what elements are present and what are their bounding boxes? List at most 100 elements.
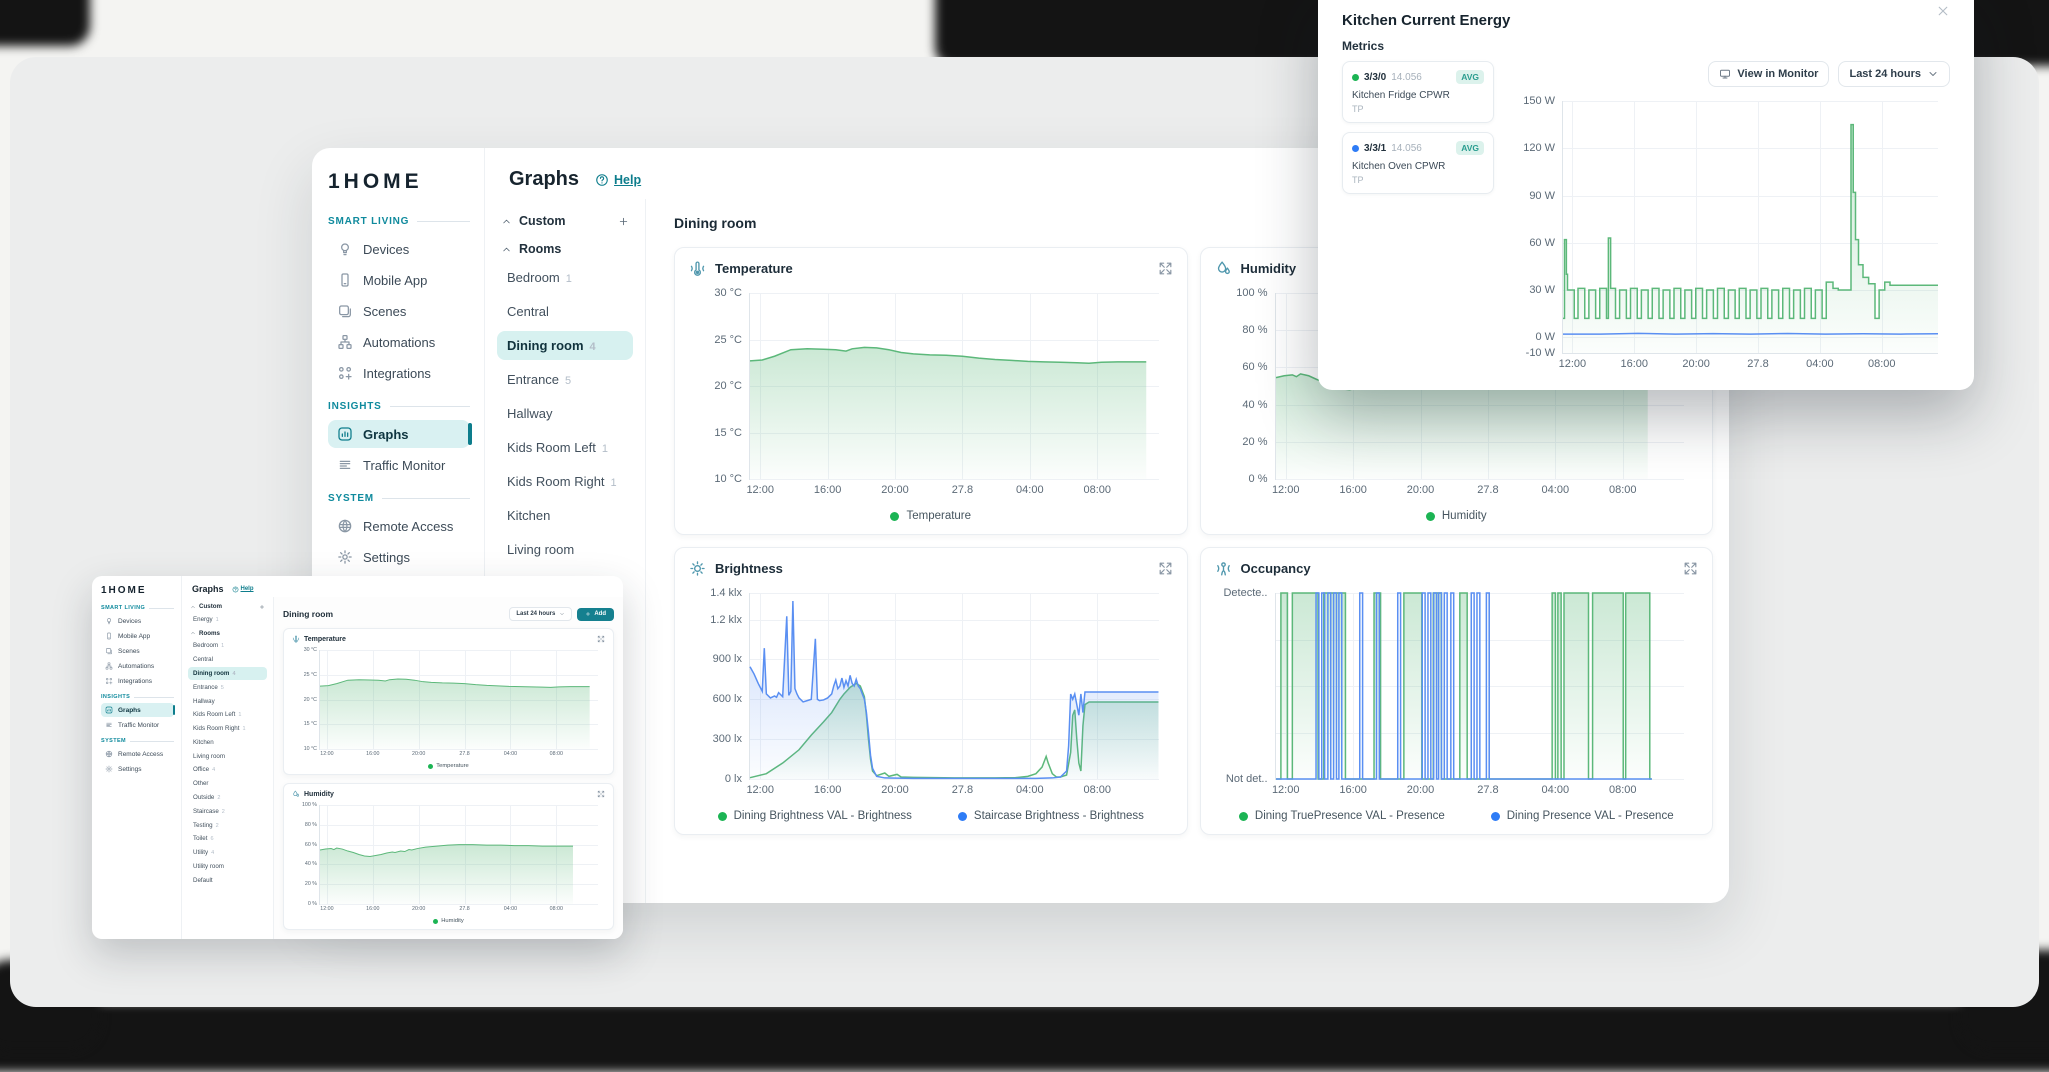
sidebar-item-label: Settings	[363, 549, 410, 565]
room-item[interactable]: Entrance 5	[497, 365, 633, 394]
room-item[interactable]: Bedroom 1	[188, 640, 267, 652]
help-link[interactable]: Help	[232, 586, 254, 593]
sidebar-item[interactable]: Mobile App	[101, 629, 174, 643]
legend-item: Dining TruePresence VAL - Presence	[1238, 810, 1445, 822]
custom-group-toggle[interactable]: Custom	[497, 207, 633, 235]
temperature-chart[interactable]: 30 °C 25 °C 20 °C 15 °C 10 °C 12:00 16:00 20:00…	[293, 646, 602, 757]
rooms-group-toggle[interactable]: Rooms	[497, 235, 633, 263]
sidebar-item[interactable]: Automations	[101, 659, 174, 673]
view-in-monitor-button[interactable]: View in Monitor	[1708, 61, 1830, 87]
sidebar-item[interactable]: Scenes	[328, 297, 470, 325]
sidebar-item[interactable]: Graphs	[328, 420, 472, 448]
expand-icon[interactable]	[597, 635, 605, 643]
plus-icon[interactable]	[259, 604, 265, 610]
custom-group-toggle[interactable]: Custom	[188, 600, 267, 613]
sidebar-item[interactable]: Traffic Monitor	[101, 718, 174, 732]
custom-graph-item[interactable]: Energy 1	[188, 613, 267, 625]
chevron-up-icon	[190, 604, 196, 610]
expand-icon[interactable]	[597, 790, 605, 798]
room-item[interactable]: Toilet 6	[188, 833, 267, 845]
metric-value: 14.056	[1391, 71, 1422, 83]
time-range-select[interactable]: Last 24 hours	[1838, 61, 1950, 87]
expand-icon[interactable]	[1683, 561, 1698, 576]
room-item[interactable]: Bedroom 1	[497, 263, 633, 292]
room-item[interactable]: Hallway	[497, 399, 633, 428]
room-label: Bedroom	[507, 270, 560, 285]
room-item[interactable]: Office 4	[188, 764, 267, 776]
sidebar-item[interactable]: Integrations	[101, 674, 174, 688]
room-item[interactable]: Staircase 2	[188, 805, 267, 817]
humidity-chart[interactable]: 100 % 80 % 60 % 40 % 20 % 0 % 12:00 16:00 20:00 2…	[293, 801, 602, 912]
room-item[interactable]: Testing 2	[188, 819, 267, 831]
sidebar-item[interactable]: Mobile App	[328, 266, 470, 294]
brightness-chart[interactable]: 1.4 klx 1.2 klx 900 lx 600 lx 300 lx 0 lx 12:0…	[693, 585, 1167, 796]
sidebar-item[interactable]: Settings	[101, 762, 174, 776]
room-item[interactable]: Kids Room Right 1	[497, 467, 633, 496]
sidebar-item[interactable]: Devices	[328, 235, 470, 263]
room-item[interactable]: Dining room 4	[188, 667, 267, 680]
room-item[interactable]: Kitchen	[188, 736, 267, 748]
room-item[interactable]: Central	[497, 297, 633, 326]
add-graph-button[interactable]: Add	[577, 607, 614, 621]
traffic-icon	[337, 457, 353, 473]
bulb-icon	[337, 241, 353, 257]
room-count: 1	[565, 273, 572, 285]
room-item[interactable]: Kids Room Right 1	[188, 722, 267, 734]
popup-title: Kitchen Current Energy	[1342, 12, 1511, 29]
sidebar-item[interactable]: Automations	[328, 328, 470, 356]
sidebar-item[interactable]: Remote Access	[328, 512, 470, 540]
temperature-chart[interactable]: 30 °C 25 °C 20 °C 15 °C 10 °C 12:00 16:00 20:00…	[693, 285, 1167, 496]
room-label: Dining room	[507, 338, 584, 353]
plus-icon[interactable]	[618, 216, 629, 227]
room-item[interactable]: Dining room 4	[497, 331, 633, 360]
sidebar-item[interactable]: Traffic Monitor	[328, 451, 470, 479]
room-label: Entrance	[507, 372, 560, 387]
metric-avg-badge: AVG	[1456, 141, 1484, 155]
room-item[interactable]: Outside 2	[188, 791, 267, 803]
rooms-group-toggle[interactable]: Rooms	[188, 627, 267, 640]
sidebar-item[interactable]: Integrations	[328, 359, 470, 387]
energy-chart[interactable]: 150 W 120 W 90 W 60 W 30 W0 W -10 W 12:00 16:00…	[1514, 95, 1948, 370]
sidebar-item[interactable]: Devices	[101, 614, 174, 628]
room-item[interactable]: Entrance 5	[188, 681, 267, 693]
help-link[interactable]: Help	[595, 173, 641, 187]
sidebar-item[interactable]: Graphs	[101, 703, 175, 717]
chevron-down-icon	[1927, 68, 1939, 80]
room-item[interactable]: Kids Room Left 1	[497, 433, 633, 462]
expand-icon[interactable]	[1158, 561, 1173, 576]
metric-name: Kitchen Oven CPWR	[1352, 161, 1446, 172]
room-item[interactable]: Living room	[497, 535, 633, 564]
expand-icon[interactable]	[1158, 261, 1173, 276]
room-item[interactable]: Kitchen	[497, 501, 633, 530]
room-count: 1	[610, 477, 617, 489]
charts-area: Dining room Last 24 hours Add Temperatur…	[274, 597, 623, 939]
legend-item: Temperature	[428, 763, 469, 769]
legend-dot	[1490, 811, 1500, 821]
phone-icon	[337, 272, 353, 288]
metric-card[interactable]: 3/3/1 14.056 AVG Kitchen Oven CPWR TP	[1342, 132, 1494, 194]
time-range-select[interactable]: Last 24 hours	[509, 607, 573, 621]
sidebar-item[interactable]: Settings	[328, 543, 470, 571]
occupancy-chart[interactable]: Detecte.. Not det.. 12:00 16:00 20:00 27.8 04:…	[1219, 585, 1693, 796]
room-item[interactable]: Utility room	[188, 860, 267, 872]
room-item[interactable]: Living room	[188, 750, 267, 762]
sidebar-item[interactable]: Scenes	[101, 644, 174, 658]
room-item[interactable]: Central	[188, 654, 267, 666]
room-count: 1	[601, 443, 608, 455]
metrics-label: Metrics	[1342, 39, 1385, 53]
room-item[interactable]: Hallway	[188, 695, 267, 707]
help-icon	[232, 586, 239, 593]
close-icon[interactable]	[1936, 4, 1950, 18]
room-item[interactable]: Default	[188, 874, 267, 886]
sidebar-item[interactable]: Remote Access	[101, 747, 174, 761]
metric-card[interactable]: 3/3/0 14.056 AVG Kitchen Fridge CPWR TP	[1342, 61, 1494, 123]
phone-icon	[105, 632, 113, 640]
room-item[interactable]: Utility 4	[188, 847, 267, 859]
room-item[interactable]: Other	[188, 778, 267, 790]
chevron-down-icon	[559, 611, 565, 617]
temperature-card: Temperature 30 °C 25 °C 20 °C 15 °C 10 °C 12:…	[283, 628, 614, 775]
room-item[interactable]: Kids Room Left 1	[188, 709, 267, 721]
sidebar-items: Graphs Traffic Monitor	[101, 703, 175, 732]
automations-icon	[105, 662, 113, 670]
droplet-icon	[1215, 260, 1232, 277]
